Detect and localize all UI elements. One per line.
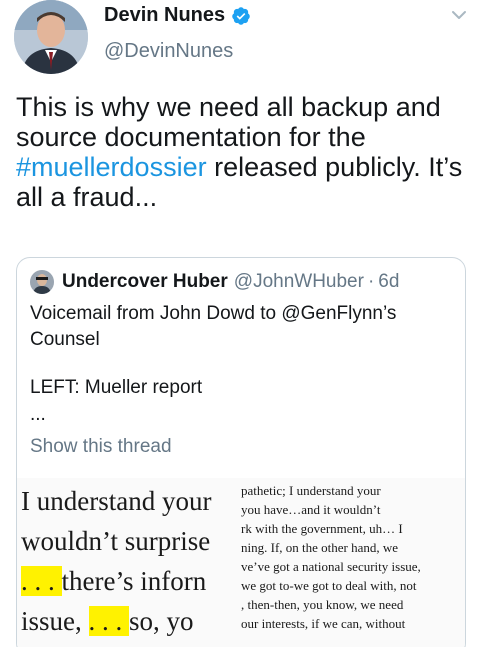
display-name[interactable]: Devin Nunes: [104, 4, 225, 27]
tweet-text-part: This is why we need all backup and sourc…: [16, 92, 441, 152]
doc-small-line: ning. If, on the other hand, we: [241, 540, 399, 555]
tweet-text: This is why we need all backup and sourc…: [16, 92, 476, 212]
avatar-photo: [14, 0, 88, 74]
quoted-tweet[interactable]: Undercover Huber @JohnWHuber · 6d Voicem…: [16, 257, 466, 647]
doc-big-text: issue,: [21, 606, 89, 636]
doc-big-text: so, yo: [129, 606, 194, 636]
quoted-display-name: Undercover Huber: [62, 271, 228, 292]
quoted-timestamp: 6d: [378, 271, 400, 292]
avatar[interactable]: [14, 0, 88, 74]
author-row: Devin Nunes: [104, 4, 251, 27]
doc-big-text: I understand your: [21, 486, 212, 516]
quoted-separator: ·: [367, 271, 375, 292]
doc-small-line: you have…and it wouldn’t: [241, 502, 381, 517]
doc-big-line: . . . there’s inforn: [21, 566, 206, 597]
doc-big-text: there’s inforn: [61, 566, 207, 596]
quoted-ellipsis: ...: [30, 404, 46, 425]
doc-small-line: our interests, if we can, without: [241, 616, 406, 631]
doc-highlight: . . .: [88, 606, 129, 636]
quoted-handle: @JohnWHuber: [233, 271, 364, 292]
quoted-text-line: Voicemail from John Dowd to @GenFlynn’s …: [30, 303, 397, 350]
tweet-card: Devin Nunes @DevinNunes This is why we n…: [0, 0, 481, 647]
doc-big-line: I understand your: [21, 486, 211, 517]
doc-small-line: pathetic; I understand your: [241, 483, 381, 498]
doc-big-line: wouldn’t surprise: [21, 526, 210, 557]
doc-small-line: rk with the government, uh… I: [241, 521, 403, 536]
verified-badge-icon: [231, 6, 251, 26]
quoted-tweet-header: Undercover Huber @JohnWHuber · 6d: [30, 270, 399, 294]
quoted-text-line: LEFT: Mueller report: [30, 377, 203, 398]
quoted-avatar: [30, 270, 54, 294]
doc-big-line: issue, . . . so, yo: [21, 606, 194, 637]
author-handle[interactable]: @DevinNunes: [104, 40, 233, 63]
doc-small-line: ve’ve got a national security issue,: [241, 559, 421, 574]
hashtag-link[interactable]: #muellerdossier: [16, 152, 207, 182]
quoted-media-document[interactable]: I understand your wouldn’t surprise . . …: [17, 478, 465, 647]
doc-small-line: we got to-we got to deal with, not: [241, 578, 417, 593]
doc-small-line: , then-then, you know, we need: [241, 597, 404, 612]
chevron-down-icon[interactable]: [450, 6, 468, 24]
doc-big-text: wouldn’t surprise: [21, 526, 211, 556]
show-thread-link[interactable]: Show this thread: [30, 436, 172, 458]
quoted-tweet-text: Voicemail from John Dowd to @GenFlynn’s …: [30, 301, 450, 401]
doc-highlight: . . .: [21, 566, 62, 596]
